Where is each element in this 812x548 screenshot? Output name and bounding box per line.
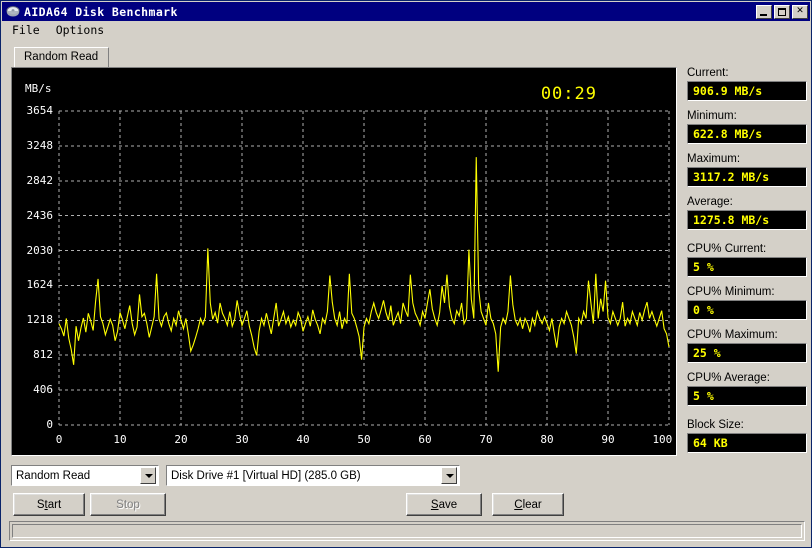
chart-y-tick-label: 1218 bbox=[26, 313, 54, 327]
close-button[interactable]: ✕ bbox=[792, 4, 808, 19]
status-bar-text bbox=[12, 524, 802, 538]
save-button-label: Save bbox=[430, 498, 458, 511]
tab-strip: Random Read bbox=[11, 47, 675, 69]
chart-plot-area: MB/s 00:29 0 406 812 1218 1624 2030 2436 2842 32… bbox=[13, 69, 675, 454]
stat-current-value: 906.9 MB/s bbox=[693, 84, 763, 98]
stat-cpu-minimum: CPU% Minimum: 0 % bbox=[687, 286, 807, 320]
stop-button: Stop bbox=[90, 493, 166, 516]
stat-maximum-label: Maximum: bbox=[687, 153, 741, 165]
chevron-down-icon[interactable] bbox=[441, 467, 457, 484]
test-mode-select[interactable]: Random Read bbox=[11, 465, 159, 486]
maximize-button[interactable] bbox=[774, 4, 790, 19]
stat-cpu-maximum-value: 25 % bbox=[693, 346, 721, 360]
stat-maximum-value: 3117.2 MB/s bbox=[693, 170, 770, 184]
statistics-panel: Current: 906.9 MB/s Minimum: 622.8 MB/s … bbox=[687, 67, 807, 462]
stat-average-value: 1275.8 MB/s bbox=[693, 213, 770, 227]
benchmark-chart: MB/s 00:29 0 406 812 1218 1624 2030 2436 2842 32… bbox=[11, 67, 677, 456]
aida64-disk-benchmark-window: AIDA64 Disk Benchmark ✕ File Options Ran… bbox=[0, 0, 812, 548]
stat-cpu-current-label: CPU% Current: bbox=[687, 243, 767, 255]
window-controls: ✕ bbox=[756, 4, 808, 19]
stat-cpu-current: CPU% Current: 5 % bbox=[687, 243, 807, 277]
stat-cpu-average: CPU% Average: 5 % bbox=[687, 372, 807, 406]
stat-cpu-minimum-label: CPU% Minimum: bbox=[687, 286, 775, 298]
start-button[interactable]: Start bbox=[13, 493, 85, 516]
chart-x-tick-label: 90 bbox=[601, 433, 615, 446]
stat-cpu-maximum-box: 25 % bbox=[687, 343, 807, 363]
chart-y-tick-label: 0 bbox=[46, 418, 53, 431]
drive-select-value: Disk Drive #1 [Virtual HD] (285.0 GB) bbox=[171, 469, 361, 482]
save-button[interactable]: Save bbox=[406, 493, 482, 516]
chart-svg bbox=[58, 110, 670, 426]
chart-y-tick-label: 2030 bbox=[26, 243, 54, 257]
menu-bar: File Options bbox=[2, 21, 810, 39]
chart-x-tick-label: 10 bbox=[113, 433, 127, 446]
stat-cpu-current-value: 5 % bbox=[693, 260, 714, 274]
elapsed-timer: 00:29 bbox=[540, 84, 597, 104]
chevron-down-icon[interactable] bbox=[140, 467, 156, 484]
chart-y-tick-label: 3654 bbox=[26, 104, 54, 117]
stat-maximum-box: 3117.2 MB/s bbox=[687, 167, 807, 187]
chart-y-tick-label: 1624 bbox=[26, 278, 54, 292]
stat-minimum-label: Minimum: bbox=[687, 110, 737, 122]
stat-block-size-label: Block Size: bbox=[687, 419, 744, 431]
chart-x-tick-label: 40 bbox=[296, 433, 310, 446]
disk-icon bbox=[5, 4, 21, 19]
stat-block-size-value: 64 KB bbox=[693, 436, 728, 450]
chart-x-tick-label: 0 bbox=[55, 433, 63, 446]
chart-x-tick-label: 70 bbox=[479, 433, 493, 446]
drive-select[interactable]: Disk Drive #1 [Virtual HD] (285.0 GB) bbox=[166, 465, 460, 486]
start-button-label: Start bbox=[36, 498, 62, 511]
stat-cpu-average-box: 5 % bbox=[687, 386, 807, 406]
chart-y-tick-label: 2842 bbox=[26, 173, 54, 187]
stat-current-label: Current: bbox=[687, 67, 729, 79]
chart-x-tick-label: 30 bbox=[235, 433, 249, 446]
menu-item-options[interactable]: Options bbox=[53, 22, 111, 38]
chart-y-tick-label: 812 bbox=[33, 348, 53, 362]
stat-average: Average: 1275.8 MB/s bbox=[687, 196, 807, 230]
stat-block-size-box: 64 KB bbox=[687, 433, 807, 453]
stat-average-box: 1275.8 MB/s bbox=[687, 210, 807, 230]
stat-minimum: Minimum: 622.8 MB/s bbox=[687, 110, 807, 144]
chart-y-tick-label: 3248 bbox=[26, 138, 54, 152]
stat-minimum-box: 622.8 MB/s bbox=[687, 124, 807, 144]
stat-block-size: Block Size: 64 KB bbox=[687, 419, 807, 453]
stat-current: Current: 906.9 MB/s bbox=[687, 67, 807, 101]
stat-cpu-average-label: CPU% Average: bbox=[687, 372, 770, 384]
stop-button-label: Stop bbox=[116, 498, 140, 511]
chart-y-axis-unit: MB/s bbox=[25, 82, 52, 95]
stat-current-box: 906.9 MB/s bbox=[687, 81, 807, 101]
stat-cpu-current-box: 5 % bbox=[687, 257, 807, 277]
chart-x-tick-label: 50 bbox=[357, 433, 371, 446]
chart-x-tick-label: 20 bbox=[174, 433, 188, 446]
menu-item-file[interactable]: File bbox=[9, 22, 47, 38]
close-icon: ✕ bbox=[796, 6, 804, 16]
stat-minimum-value: 622.8 MB/s bbox=[693, 127, 763, 141]
chart-y-tick-label: 2436 bbox=[26, 208, 54, 222]
minimize-button[interactable] bbox=[756, 4, 772, 19]
stat-cpu-maximum-label: CPU% Maximum: bbox=[687, 329, 778, 341]
clear-button[interactable]: Clear bbox=[492, 493, 564, 516]
chart-x-tick-label: 80 bbox=[540, 433, 554, 446]
clear-button-label: Clear bbox=[514, 498, 542, 511]
stat-average-label: Average: bbox=[687, 196, 733, 208]
stat-cpu-maximum: CPU% Maximum: 25 % bbox=[687, 329, 807, 363]
chart-x-tick-label: 60 bbox=[418, 433, 432, 446]
status-bar bbox=[9, 521, 805, 541]
title-bar: AIDA64 Disk Benchmark ✕ bbox=[2, 2, 810, 21]
stat-cpu-minimum-value: 0 % bbox=[693, 303, 714, 317]
stat-maximum: Maximum: 3117.2 MB/s bbox=[687, 153, 807, 187]
stat-cpu-minimum-box: 0 % bbox=[687, 300, 807, 320]
stat-cpu-average-value: 5 % bbox=[693, 389, 714, 403]
chart-x-tick-label: 100 % bbox=[652, 433, 675, 446]
test-mode-select-value: Random Read bbox=[16, 469, 91, 482]
tab-random-read[interactable]: Random Read bbox=[14, 47, 110, 69]
chart-y-tick-label: 406 bbox=[33, 383, 53, 397]
window-title: AIDA64 Disk Benchmark bbox=[24, 4, 178, 19]
